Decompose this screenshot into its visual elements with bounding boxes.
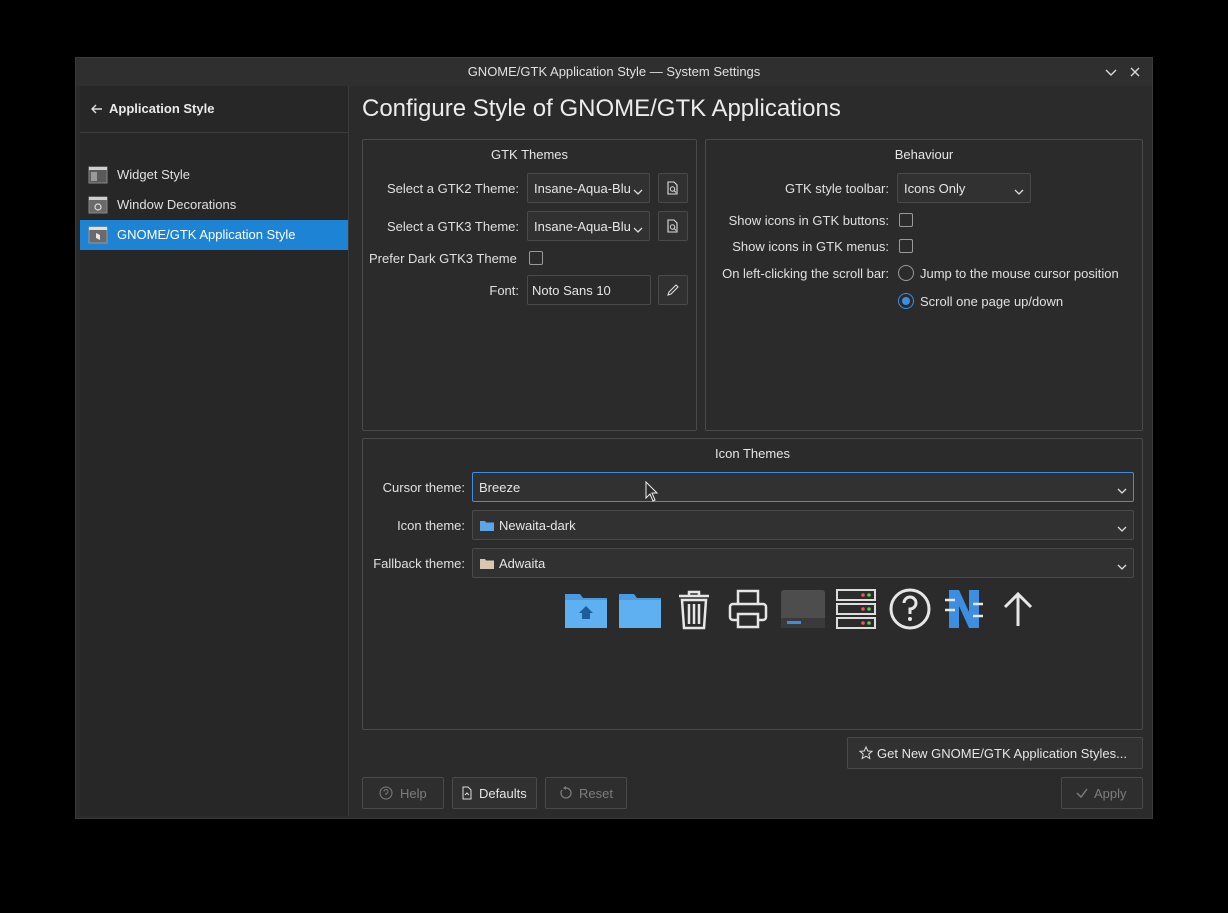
- icon-theme-label: Icon theme:: [397, 518, 465, 533]
- font-field: Noto Sans 10: [527, 275, 651, 305]
- folder-blue-icon: [479, 519, 495, 535]
- gtk2-theme-label: Select a GTK2 Theme:: [387, 181, 519, 196]
- toolbar-style-label: GTK style toolbar:: [784, 181, 889, 196]
- user-home-icon: [563, 586, 609, 632]
- widget-style-icon: [88, 166, 108, 184]
- icon-theme-combo[interactable]: Newaita-dark: [472, 510, 1134, 540]
- icons-buttons-checkbox[interactable]: [899, 213, 913, 227]
- get-new-styles-button[interactable]: Get New GNOME/GTK Application Styles...: [847, 737, 1143, 769]
- folder-icon: [617, 586, 663, 632]
- icons-menus-checkbox[interactable]: [899, 239, 913, 253]
- combo-value: Adwaita: [499, 556, 546, 571]
- gtk3-preview-button[interactable]: [658, 211, 688, 241]
- sidebar-title: Application Style: [109, 101, 215, 116]
- cursor-theme-combo[interactable]: Breeze: [472, 472, 1134, 502]
- scroll-one-page-radio[interactable]: [898, 293, 914, 309]
- combo-value: Breeze: [479, 480, 521, 495]
- fallback-theme-combo[interactable]: Adwaita: [472, 548, 1134, 578]
- prefer-dark-label: Prefer Dark GTK3 Theme: [369, 251, 517, 266]
- prefer-dark-checkbox[interactable]: [529, 251, 543, 265]
- help-circle-icon: [379, 786, 393, 800]
- sidebar: Application Style Widget Style Window De…: [80, 86, 349, 816]
- choose-font-button[interactable]: [658, 275, 688, 305]
- document-defaults-icon: [460, 786, 474, 800]
- button-label: Get New GNOME/GTK Application Styles...: [877, 746, 1127, 761]
- group-title: Behaviour: [894, 147, 954, 162]
- app-n-icon: [941, 586, 987, 632]
- chevron-down-icon: [633, 222, 643, 233]
- sidebar-item-window-decorations[interactable]: Window Decorations: [80, 190, 348, 220]
- button-label: Reset: [579, 786, 613, 801]
- back-arrow-icon[interactable]: [90, 102, 104, 116]
- drive-icon: [779, 586, 825, 632]
- gtk3-theme-label: Select a GTK3 Theme:: [387, 219, 519, 234]
- document-preview-icon: [667, 219, 678, 233]
- scroll-one-page-label[interactable]: Scroll one page up/down: [920, 294, 1063, 309]
- sidebar-item-label: Widget Style: [117, 167, 190, 182]
- gtk-style-icon: [88, 226, 108, 244]
- combo-value: Insane-Aqua-Blu: [534, 219, 631, 234]
- sidebar-item-gtk-style[interactable]: GNOME/GTK Application Style: [80, 220, 348, 250]
- pencil-icon: [667, 284, 679, 296]
- behaviour-group: Behaviour GTK style toolbar: Icons Only …: [705, 139, 1143, 431]
- fallback-theme-label: Fallback theme:: [373, 556, 465, 571]
- page-title: Configure Style of GNOME/GTK Application…: [362, 95, 841, 122]
- button-label: Apply: [1094, 786, 1127, 801]
- jump-to-position-label[interactable]: Jump to the mouse cursor position: [920, 266, 1119, 281]
- toolbar-style-combo[interactable]: Icons Only: [897, 173, 1031, 203]
- font-label: Font:: [489, 283, 519, 298]
- system-settings-window: GNOME/GTK Application Style — System Set…: [75, 57, 1153, 819]
- icon-themes-group: Icon Themes Cursor theme: Breeze Icon th…: [362, 438, 1143, 730]
- button-label: Defaults: [479, 786, 527, 801]
- mouse-cursor-icon: [645, 480, 659, 506]
- chevron-down-icon: [1117, 483, 1127, 494]
- gtk3-theme-combo[interactable]: Insane-Aqua-Blu: [527, 211, 650, 241]
- gtk2-theme-combo[interactable]: Insane-Aqua-Blu: [527, 173, 650, 203]
- folder-beige-icon: [479, 557, 495, 573]
- icons-buttons-label: Show icons in GTK buttons:: [728, 213, 889, 228]
- group-title: GTK Themes: [490, 147, 569, 162]
- combo-value: Insane-Aqua-Blu: [534, 181, 631, 196]
- scrollbar-click-label: On left-clicking the scroll bar:: [722, 266, 889, 281]
- help-button[interactable]: Help: [362, 777, 444, 809]
- font-value: Noto Sans 10: [532, 283, 611, 298]
- combo-value: Newaita-dark: [499, 518, 576, 533]
- chevron-down-icon: [1014, 184, 1024, 195]
- star-icon: [858, 745, 874, 760]
- gtk2-preview-button[interactable]: [658, 173, 688, 203]
- title-bar[interactable]: GNOME/GTK Application Style — System Set…: [76, 58, 1152, 86]
- trash-icon: [671, 586, 717, 632]
- defaults-button[interactable]: Defaults: [452, 777, 537, 809]
- icons-menus-label: Show icons in GTK menus:: [732, 239, 889, 254]
- sidebar-item-widget-style[interactable]: Widget Style: [80, 160, 348, 190]
- group-title: Icon Themes: [715, 446, 790, 461]
- chevron-down-icon: [1117, 521, 1127, 532]
- sidebar-item-label: Window Decorations: [117, 197, 237, 212]
- help-icon: [887, 586, 933, 632]
- minimize-icon[interactable]: [1103, 64, 1119, 80]
- jump-to-position-radio[interactable]: [898, 265, 914, 281]
- gtk-themes-group: GTK Themes Select a GTK2 Theme: Insane-A…: [362, 139, 697, 431]
- button-label: Help: [400, 786, 427, 801]
- server-icon: [833, 586, 879, 632]
- combo-value: Icons Only: [904, 181, 966, 196]
- reset-icon: [559, 786, 573, 800]
- window-decorations-icon: [88, 196, 108, 214]
- window-title: GNOME/GTK Application Style — System Set…: [467, 64, 761, 79]
- printer-icon: [725, 586, 771, 632]
- sidebar-item-label: GNOME/GTK Application Style: [117, 227, 296, 242]
- cursor-theme-label: Cursor theme:: [382, 480, 465, 495]
- document-preview-icon: [667, 181, 678, 195]
- sidebar-header: Application Style: [80, 86, 348, 133]
- reset-button[interactable]: Reset: [545, 777, 627, 809]
- chevron-down-icon: [1117, 559, 1127, 570]
- chevron-down-icon: [633, 184, 643, 195]
- close-icon[interactable]: [1127, 64, 1143, 80]
- checkmark-icon: [1075, 786, 1089, 800]
- apply-button[interactable]: Apply: [1061, 777, 1143, 809]
- go-up-icon: [995, 586, 1041, 632]
